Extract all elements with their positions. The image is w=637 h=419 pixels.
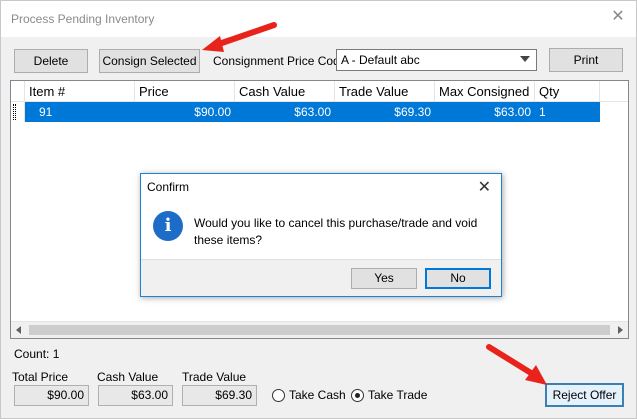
trade-value-field: $69.30	[182, 385, 257, 406]
window-title: Process Pending Inventory	[11, 12, 155, 26]
column-header-price[interactable]: Price	[135, 81, 235, 102]
take-trade-label: Take Trade	[368, 388, 428, 402]
grid-header: Item # Price Cash Value Trade Value Max …	[11, 81, 628, 102]
scroll-left-icon[interactable]	[16, 326, 21, 334]
reject-offer-button[interactable]: Reject Offer	[545, 383, 624, 407]
column-header-cash-value[interactable]: Cash Value	[235, 81, 335, 102]
take-cash-option[interactable]: Take Cash	[272, 388, 347, 404]
price-code-select[interactable]: A - Default abc	[336, 49, 537, 71]
take-trade-radio[interactable]	[351, 389, 364, 402]
process-pending-inventory-window: Process Pending Inventory ✕ Delete Consi…	[0, 0, 637, 419]
scroll-right-icon[interactable]	[618, 326, 623, 334]
print-button[interactable]: Print	[549, 48, 623, 72]
total-price-label: Total Price	[12, 370, 69, 384]
chevron-down-icon	[520, 56, 530, 62]
trade-value-label: Trade Value	[182, 370, 247, 384]
take-cash-label: Take Cash	[289, 388, 346, 402]
total-price-field: $90.00	[14, 385, 89, 406]
price-code-value: A - Default abc	[341, 53, 420, 67]
cell-cash-value[interactable]: $63.00	[235, 102, 335, 122]
cell-max-consigned[interactable]: $63.00	[435, 102, 535, 122]
no-button[interactable]: No	[425, 268, 491, 289]
row-header-corner	[11, 81, 25, 102]
column-header-qty[interactable]: Qty	[535, 81, 600, 102]
cell-qty[interactable]: 1	[535, 102, 600, 122]
dialog-title: Confirm	[147, 180, 190, 194]
column-header-item[interactable]: Item #	[25, 81, 135, 102]
annotation-arrow-top-icon	[202, 22, 277, 52]
consign-selected-button[interactable]: Consign Selected	[99, 49, 200, 73]
cash-value-field: $63.00	[98, 385, 173, 406]
take-cash-radio[interactable]	[272, 389, 285, 402]
scrollbar-thumb[interactable]	[29, 325, 610, 335]
cell-item[interactable]: 91	[25, 102, 135, 122]
row-selector[interactable]	[11, 102, 25, 122]
count-text: Count: 1	[14, 347, 60, 361]
column-header-max-consigned[interactable]: Max Consigned	[435, 81, 535, 102]
table-row[interactable]: 91 $90.00 $63.00 $69.30 $63.00 1	[11, 102, 628, 122]
cell-price[interactable]: $90.00	[135, 102, 235, 122]
cell-trade-value[interactable]: $69.30	[335, 102, 435, 122]
focus-marker-icon	[13, 104, 16, 120]
horizontal-scrollbar[interactable]	[11, 321, 628, 338]
yes-button[interactable]: Yes	[351, 268, 417, 289]
cash-value-label: Cash Value	[97, 370, 159, 384]
take-trade-option[interactable]: Take Trade	[351, 388, 431, 404]
title-bar: Process Pending Inventory ✕	[1, 1, 636, 37]
delete-button[interactable]: Delete	[14, 49, 88, 73]
annotation-arrow-bottom-icon	[486, 344, 547, 385]
info-icon: i	[153, 211, 183, 241]
close-icon[interactable]: ✕	[610, 9, 626, 25]
dialog-message: Would you like to cancel this purchase/t…	[194, 216, 478, 247]
dialog-close-icon[interactable]: ✕	[478, 177, 491, 197]
column-header-trade-value[interactable]: Trade Value	[335, 81, 435, 102]
confirm-dialog: Confirm ✕ i Would you like to cancel thi…	[140, 173, 502, 297]
